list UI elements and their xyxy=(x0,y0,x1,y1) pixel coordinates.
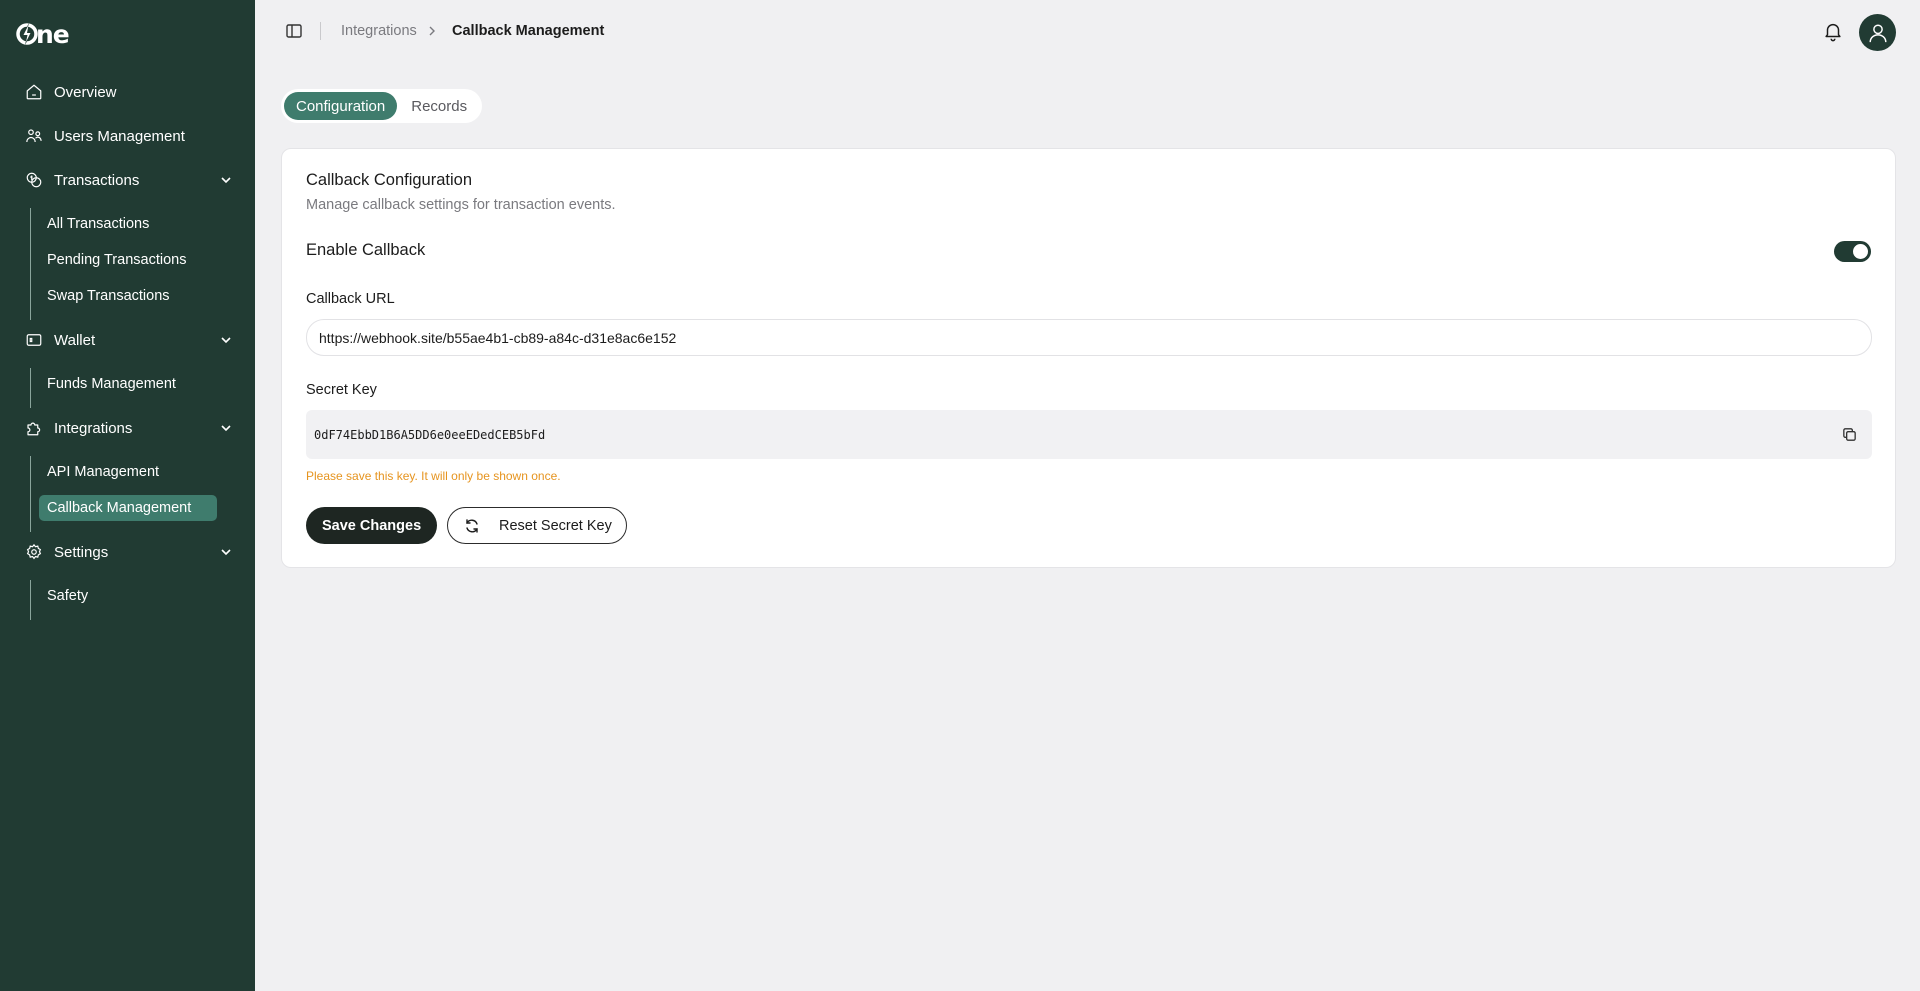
secret-key-label: Secret Key xyxy=(306,382,377,398)
user-icon xyxy=(1868,23,1887,42)
sidebar-item-label: Transactions xyxy=(54,171,140,189)
breadcrumb-current: Callback Management xyxy=(452,23,605,39)
sidebar-item-transactions[interactable]: Transactions xyxy=(24,168,234,192)
callback-url-input[interactable] xyxy=(306,319,1872,356)
tab-configuration[interactable]: Configuration xyxy=(284,92,398,120)
submenu-line xyxy=(30,580,31,620)
sidebar-item-integrations[interactable]: Integrations xyxy=(24,416,234,440)
logo-mark-icon xyxy=(16,23,38,45)
sidebar-item-all-transactions[interactable]: All Transactions xyxy=(39,211,217,237)
sidebar-item-callback-management[interactable]: Callback Management xyxy=(39,495,217,521)
sidebar-item-label: Integrations xyxy=(54,419,133,437)
submenu-line xyxy=(30,456,31,532)
chevron-down-icon[interactable] xyxy=(218,172,234,188)
tab-records[interactable]: Records xyxy=(399,92,479,120)
sidebar-item-pending-transactions[interactable]: Pending Transactions xyxy=(39,247,217,273)
enable-callback-label: Enable Callback xyxy=(306,241,426,259)
sidebar-item-swap-transactions[interactable]: Swap Transactions xyxy=(39,283,217,309)
submenu-line xyxy=(30,208,31,320)
transactions-icon xyxy=(24,170,44,190)
header-divider xyxy=(320,22,321,40)
tab-bar: Configuration Records xyxy=(281,89,483,123)
home-icon xyxy=(24,82,44,102)
bell-icon[interactable] xyxy=(1822,20,1844,42)
sidebar-item-wallet[interactable]: Wallet xyxy=(24,328,234,352)
card-title: Callback Configuration xyxy=(306,171,473,189)
copy-icon[interactable] xyxy=(1841,426,1858,443)
chevron-right-icon xyxy=(429,26,435,36)
breadcrumb-integrations[interactable]: Integrations xyxy=(341,23,417,39)
callback-config-card: Callback Configuration Manage callback s… xyxy=(281,148,1896,568)
submenu-line xyxy=(30,368,31,408)
sidebar-item-label: Users Management xyxy=(54,127,185,145)
sidebar-item-users[interactable]: Users Management xyxy=(24,124,234,148)
secret-key-value: 0dF74EbbD1B6A5DD6e0eeEDedCEB5bFd xyxy=(314,427,546,442)
sidebar-item-label: Wallet xyxy=(54,331,96,349)
card-subtitle: Manage callback settings for transaction… xyxy=(306,197,616,213)
sidebar-item-api-management[interactable]: API Management xyxy=(39,459,217,485)
sidebar-item-label: Settings xyxy=(54,543,109,561)
save-changes-button[interactable]: Save Changes xyxy=(306,507,438,544)
sidebar-toggle-icon[interactable] xyxy=(285,22,303,40)
logo[interactable]: ne xyxy=(16,19,70,49)
secret-key-box: 0dF74EbbD1B6A5DD6e0eeEDedCEB5bFd xyxy=(306,410,1872,459)
sidebar-item-settings[interactable]: Settings xyxy=(24,540,234,564)
toggle-knob xyxy=(1853,244,1868,259)
sidebar-item-funds-management[interactable]: Funds Management xyxy=(39,371,217,397)
users-icon xyxy=(24,126,44,146)
logo-text: ne xyxy=(36,19,70,49)
chevron-down-icon[interactable] xyxy=(218,332,234,348)
gear-icon xyxy=(24,542,44,562)
sidebar-item-label: Overview xyxy=(54,83,117,101)
sidebar-item-overview[interactable]: Overview xyxy=(24,80,234,104)
reset-secret-key-button[interactable]: Reset Secret Key xyxy=(447,507,627,544)
callback-url-label: Callback URL xyxy=(306,291,395,307)
enable-callback-toggle[interactable] xyxy=(1834,241,1871,262)
wallet-icon xyxy=(24,330,44,350)
sidebar: ne Overview Users Management Transaction… xyxy=(0,0,255,991)
puzzle-icon xyxy=(24,418,44,438)
top-header: Integrations Callback Management xyxy=(255,0,1920,64)
refresh-icon xyxy=(466,518,478,533)
secret-key-warning: Please save this key. It will only be sh… xyxy=(306,469,561,483)
sidebar-item-safety[interactable]: Safety xyxy=(39,583,217,609)
chevron-down-icon[interactable] xyxy=(218,544,234,560)
reset-secret-key-label: Reset Secret Key xyxy=(499,517,612,534)
chevron-down-icon[interactable] xyxy=(218,420,234,436)
avatar[interactable] xyxy=(1859,14,1896,51)
